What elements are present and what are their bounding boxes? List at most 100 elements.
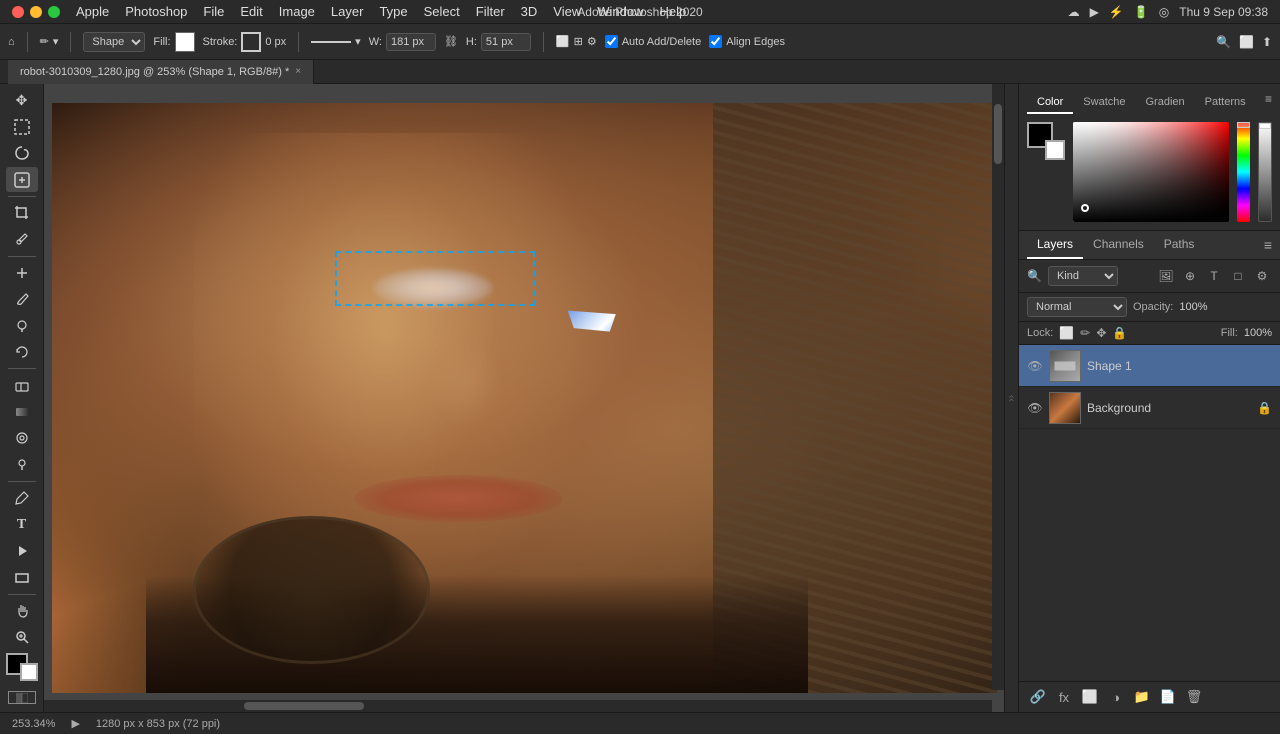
crop-tool[interactable] (6, 201, 38, 225)
width-input[interactable] (386, 33, 436, 51)
zoom-tool[interactable] (6, 625, 38, 649)
move-tool[interactable]: ✥ (6, 88, 38, 112)
status-arrow[interactable]: ▶ (71, 717, 79, 730)
stroke-label: Stroke: 0 px (203, 32, 287, 52)
blur-tool[interactable] (6, 426, 38, 450)
shape-filter-icon[interactable]: □ (1228, 266, 1248, 286)
lock-all-icon[interactable]: 🔒 (1112, 326, 1127, 340)
search-icon[interactable]: 🔍 (1216, 35, 1231, 49)
menu-edit[interactable]: Edit (240, 4, 262, 19)
tab-swatche[interactable]: Swatche (1073, 92, 1135, 114)
history-brush-tool[interactable] (6, 340, 38, 364)
lock-artboards-icon[interactable]: ✥ (1096, 326, 1106, 340)
brush-tool[interactable] (6, 287, 38, 311)
path-selection-tool[interactable] (6, 539, 38, 563)
auto-add-delete-checkbox[interactable] (605, 35, 618, 48)
horizontal-scrollbar[interactable] (44, 700, 992, 712)
new-group-icon[interactable]: 📁 (1131, 686, 1153, 708)
link-layers-icon[interactable]: 🔗 (1027, 686, 1049, 708)
bg-color-swatch[interactable] (1045, 140, 1065, 160)
layer-visibility-background[interactable]: 👁 (1027, 400, 1043, 416)
link-icon[interactable]: ⛓ (444, 35, 458, 48)
shape-type-select[interactable]: Shape Path Pixels (83, 32, 145, 52)
left-toolbar: ✥ (0, 84, 44, 712)
clone-stamp-tool[interactable] (6, 313, 38, 337)
kind-filter-select[interactable]: Kind Name Effect Mode (1048, 266, 1118, 286)
height-input[interactable] (481, 33, 531, 51)
share-icon[interactable]: ⬆ (1262, 35, 1272, 49)
menu-layer[interactable]: Layer (331, 4, 364, 19)
minimize-button[interactable] (30, 6, 42, 18)
pixel-filter-icon[interactable]: 🖼 (1156, 266, 1176, 286)
background-color[interactable] (20, 663, 38, 681)
tab-patterns[interactable]: Patterns (1195, 92, 1256, 114)
layer-item-shape1[interactable]: 👁 Shape 1 (1019, 345, 1280, 387)
type-tool[interactable]: T (6, 512, 38, 536)
menu-file[interactable]: File (203, 4, 224, 19)
eyedropper-tool[interactable] (6, 227, 38, 251)
fg-bg-colors[interactable] (6, 653, 38, 681)
menu-3d[interactable]: 3D (521, 4, 538, 19)
saturation-value-area[interactable] (1073, 122, 1229, 222)
lock-position-icon[interactable]: ✏ (1080, 326, 1090, 340)
type-filter-icon[interactable]: T (1204, 266, 1224, 286)
layer-item-background[interactable]: 👁 Background 🔒 (1019, 387, 1280, 429)
canvas[interactable] (52, 103, 997, 693)
workspace-icon[interactable]: ⬜ (1239, 35, 1254, 49)
document-dimensions: 1280 px x 853 px (72 ppi) (96, 718, 220, 730)
menu-apple[interactable]: Apple (76, 4, 109, 19)
shape-tool[interactable] (6, 565, 38, 589)
menu-filter[interactable]: Filter (476, 4, 505, 19)
tab-channels[interactable]: Channels (1083, 231, 1154, 259)
menu-type[interactable]: Type (379, 4, 407, 19)
new-layer-icon[interactable]: 📄 (1157, 686, 1179, 708)
color-gradient[interactable] (1073, 122, 1229, 222)
menu-select[interactable]: Select (424, 4, 460, 19)
layer-effects-icon[interactable]: fx (1053, 686, 1075, 708)
line-style-selector[interactable]: ▾ (311, 35, 361, 48)
layer-visibility-shape1[interactable]: 👁 (1027, 358, 1043, 374)
lock-pixels-icon[interactable]: ⬜ (1059, 326, 1074, 340)
add-mask-icon[interactable]: ⬜ (1079, 686, 1101, 708)
new-adjustment-icon[interactable]: ◑ (1105, 686, 1127, 708)
tab-color[interactable]: Color (1027, 92, 1073, 114)
doc-tab[interactable]: robot-3010309_1280.jpg @ 253% (Shape 1, … (8, 60, 314, 84)
panel-collapse-handle[interactable]: ‹‹ (1004, 84, 1018, 712)
close-button[interactable] (12, 6, 24, 18)
blend-mode-select[interactable]: Normal Multiply Screen Overlay (1027, 297, 1127, 317)
opacity-slider[interactable] (1258, 122, 1272, 222)
battery-icon: 🔋 (1134, 5, 1149, 19)
stroke-swatch[interactable] (241, 32, 261, 52)
quick-mask-mode[interactable] (8, 691, 36, 703)
hue-slider[interactable] (1237, 122, 1251, 222)
menu-photoshop[interactable]: Photoshop (125, 4, 187, 19)
tab-gradien[interactable]: Gradien (1136, 92, 1195, 114)
chain-icon: ⛓ (444, 35, 458, 48)
marquee-tool[interactable] (6, 114, 38, 138)
tab-paths[interactable]: Paths (1154, 231, 1205, 259)
delete-layer-icon[interactable]: 🗑 (1183, 686, 1205, 708)
hand-tool[interactable] (6, 599, 38, 623)
tab-close-button[interactable]: × (295, 66, 301, 77)
path-ops-icons[interactable]: ⬜ ⊞ ⚙ (556, 35, 597, 48)
layers-panel-menu[interactable]: ≡ (1264, 231, 1272, 259)
eraser-tool[interactable] (6, 373, 38, 397)
combine-icon: ⬜ (556, 35, 570, 48)
dodge-tool[interactable] (6, 453, 38, 477)
tab-layers[interactable]: Layers (1027, 231, 1083, 259)
lasso-tool[interactable] (6, 141, 38, 165)
vertical-scrollbar[interactable] (992, 84, 1004, 690)
quick-select-tool[interactable] (6, 167, 38, 191)
fullscreen-button[interactable] (48, 6, 60, 18)
smart-filter-icon[interactable]: ⚙ (1252, 266, 1272, 286)
home-btn[interactable]: ⌂ (8, 36, 15, 48)
wifi-icon: ◎ (1159, 5, 1169, 19)
gradient-tool[interactable] (6, 400, 38, 424)
menu-image[interactable]: Image (279, 4, 315, 19)
color-panel-menu[interactable]: ≡ (1265, 92, 1272, 114)
fill-swatch[interactable] (175, 32, 195, 52)
healing-tool[interactable] (6, 260, 38, 284)
align-edges-checkbox[interactable] (709, 35, 722, 48)
adjust-filter-icon[interactable]: ⊕ (1180, 266, 1200, 286)
pen-tool[interactable] (6, 486, 38, 510)
